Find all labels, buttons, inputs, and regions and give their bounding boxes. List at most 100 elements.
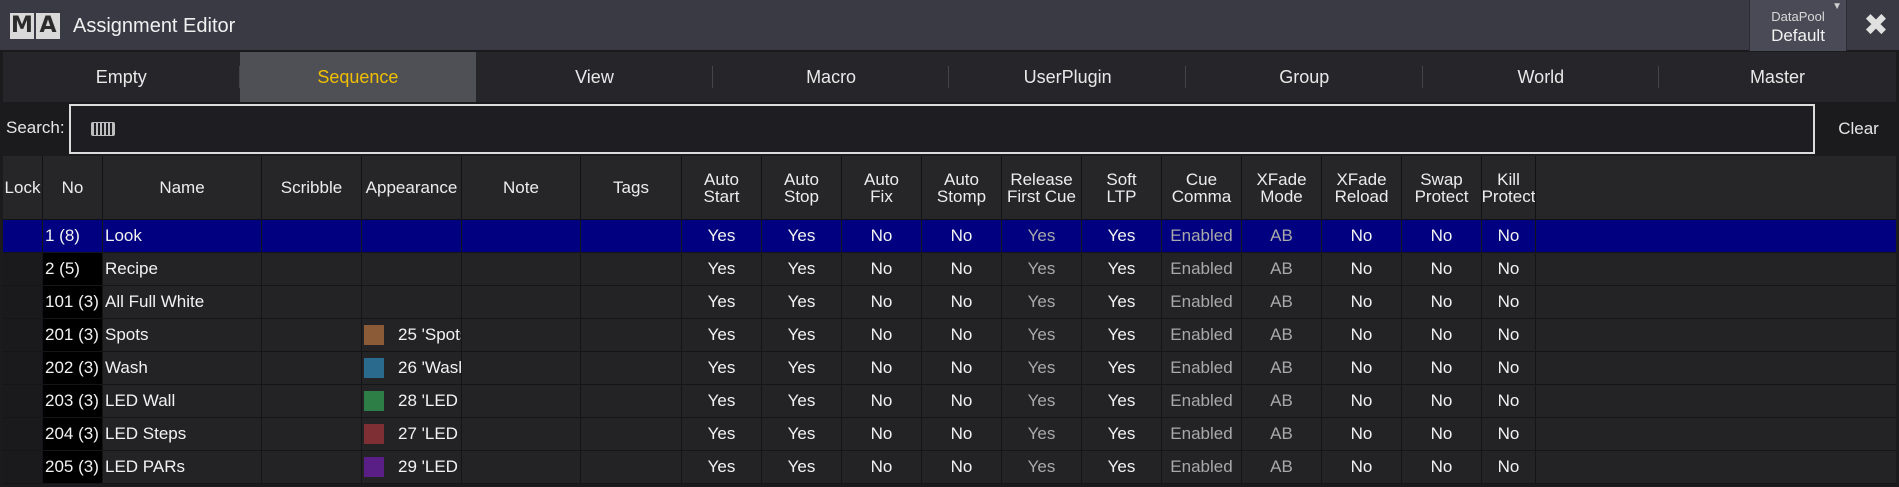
cell-appearance[interactable]: 27 'LED Ste bbox=[362, 418, 462, 450]
cell-tags[interactable] bbox=[581, 385, 682, 417]
column-header-scribble[interactable]: Scribble bbox=[262, 156, 362, 219]
cell-auto-stop[interactable]: Yes bbox=[762, 220, 842, 252]
cell-note[interactable] bbox=[462, 352, 581, 384]
cell-soft-ltp[interactable]: Yes bbox=[1082, 385, 1162, 417]
column-header-auto-stomp[interactable]: Auto Stomp bbox=[922, 156, 1002, 219]
cell-name[interactable]: Look bbox=[103, 220, 262, 252]
cell-xfade-mode[interactable]: AB bbox=[1242, 352, 1322, 384]
cell-name[interactable]: Recipe bbox=[103, 253, 262, 285]
cell-auto-stomp[interactable]: No bbox=[922, 220, 1002, 252]
cell-xfade-reload[interactable]: No bbox=[1322, 253, 1402, 285]
cell-xfade-reload[interactable]: No bbox=[1322, 385, 1402, 417]
column-header-release-first-cue[interactable]: Release First Cue bbox=[1002, 156, 1082, 219]
column-header-kill-protect[interactable]: Kill Protect bbox=[1482, 156, 1536, 219]
table-row[interactable]: 202 (3)Wash26 'Wash'YesYesNoNoYesYesEnab… bbox=[3, 352, 1896, 385]
cell-soft-ltp[interactable]: Yes bbox=[1082, 352, 1162, 384]
cell-appearance[interactable]: 29 'LED PAI bbox=[362, 451, 462, 483]
cell-release-first-cue[interactable]: Yes bbox=[1002, 451, 1082, 483]
datapool-selector[interactable]: ▼ DataPool Default bbox=[1749, 0, 1847, 51]
cell-auto-start[interactable]: Yes bbox=[682, 253, 762, 285]
cell-kill-protect[interactable]: No bbox=[1482, 319, 1536, 351]
cell-lock[interactable] bbox=[3, 220, 43, 252]
cell-tags[interactable] bbox=[581, 319, 682, 351]
cell-scribble[interactable] bbox=[262, 220, 362, 252]
cell-kill-protect[interactable]: No bbox=[1482, 286, 1536, 318]
cell-lock[interactable] bbox=[3, 451, 43, 483]
table-row[interactable]: 203 (3)LED Wall28 'LED WaYesYesNoNoYesYe… bbox=[3, 385, 1896, 418]
cell-no[interactable]: 201 (3) bbox=[43, 319, 103, 351]
tab-sequence[interactable]: Sequence bbox=[239, 52, 477, 102]
cell-name[interactable]: Spots bbox=[103, 319, 262, 351]
column-header-lock[interactable]: Lock bbox=[3, 156, 43, 219]
cell-release-first-cue[interactable]: Yes bbox=[1002, 352, 1082, 384]
cell-auto-stomp[interactable]: No bbox=[922, 352, 1002, 384]
column-header-xfade-reload[interactable]: XFade Reload bbox=[1322, 156, 1402, 219]
cell-release-first-cue[interactable]: Yes bbox=[1002, 286, 1082, 318]
cell-release-first-cue[interactable]: Yes bbox=[1002, 253, 1082, 285]
cell-release-first-cue[interactable]: Yes bbox=[1002, 385, 1082, 417]
cell-auto-fix[interactable]: No bbox=[842, 385, 922, 417]
cell-soft-ltp[interactable]: Yes bbox=[1082, 220, 1162, 252]
cell-auto-fix[interactable]: No bbox=[842, 220, 922, 252]
cell-name[interactable]: All Full White bbox=[103, 286, 262, 318]
cell-tags[interactable] bbox=[581, 220, 682, 252]
cell-scribble[interactable] bbox=[262, 253, 362, 285]
cell-no[interactable]: 101 (3) bbox=[43, 286, 103, 318]
cell-appearance[interactable]: 25 'Spots' bbox=[362, 319, 462, 351]
column-header-auto-stop[interactable]: Auto Stop bbox=[762, 156, 842, 219]
column-header-tags[interactable]: Tags bbox=[581, 156, 682, 219]
close-button[interactable]: ✖ bbox=[1853, 0, 1899, 51]
cell-auto-fix[interactable]: No bbox=[842, 286, 922, 318]
cell-scribble[interactable] bbox=[262, 352, 362, 384]
cell-swap-protect[interactable]: No bbox=[1402, 253, 1482, 285]
cell-xfade-mode[interactable]: AB bbox=[1242, 418, 1322, 450]
table-row[interactable]: 101 (3) All Full White Yes Yes No No Yes Yes Ena… bbox=[3, 286, 1896, 319]
cell-cue-command[interactable]: Enabled bbox=[1162, 253, 1242, 285]
cell-swap-protect[interactable]: No bbox=[1402, 220, 1482, 252]
cell-auto-stomp[interactable]: No bbox=[922, 385, 1002, 417]
cell-auto-start[interactable]: Yes bbox=[682, 418, 762, 450]
cell-lock[interactable] bbox=[3, 286, 43, 318]
cell-soft-ltp[interactable]: Yes bbox=[1082, 253, 1162, 285]
cell-note[interactable] bbox=[462, 220, 581, 252]
cell-auto-start[interactable]: Yes bbox=[682, 451, 762, 483]
cell-tags[interactable] bbox=[581, 352, 682, 384]
tab-macro[interactable]: Macro bbox=[713, 52, 950, 102]
cell-auto-fix[interactable]: No bbox=[842, 418, 922, 450]
cell-auto-stomp[interactable]: No bbox=[922, 418, 1002, 450]
cell-note[interactable] bbox=[462, 286, 581, 318]
cell-note[interactable] bbox=[462, 418, 581, 450]
cell-auto-stop[interactable]: Yes bbox=[762, 286, 842, 318]
cell-xfade-mode[interactable]: AB bbox=[1242, 220, 1322, 252]
cell-xfade-reload[interactable]: No bbox=[1322, 319, 1402, 351]
cell-auto-fix[interactable]: No bbox=[842, 352, 922, 384]
cell-swap-protect[interactable]: No bbox=[1402, 286, 1482, 318]
cell-cue-command[interactable]: Enabled bbox=[1162, 451, 1242, 483]
cell-no[interactable]: 1 (8) bbox=[43, 220, 103, 252]
cell-no[interactable]: 204 (3) bbox=[43, 418, 103, 450]
cell-scribble[interactable] bbox=[262, 418, 362, 450]
cell-cue-command[interactable]: Enabled bbox=[1162, 352, 1242, 384]
cell-appearance[interactable]: 28 'LED Wa bbox=[362, 385, 462, 417]
cell-tags[interactable] bbox=[581, 253, 682, 285]
cell-appearance[interactable] bbox=[362, 253, 462, 285]
cell-appearance[interactable] bbox=[362, 286, 462, 318]
table-row[interactable]: 204 (3)LED Steps27 'LED SteYesYesNoNoYes… bbox=[3, 418, 1896, 451]
cell-xfade-reload[interactable]: No bbox=[1322, 220, 1402, 252]
cell-auto-start[interactable]: Yes bbox=[682, 385, 762, 417]
column-header-auto-start[interactable]: Auto Start bbox=[682, 156, 762, 219]
cell-release-first-cue[interactable]: Yes bbox=[1002, 319, 1082, 351]
cell-auto-start[interactable]: Yes bbox=[682, 352, 762, 384]
cell-auto-stop[interactable]: Yes bbox=[762, 319, 842, 351]
cell-auto-fix[interactable]: No bbox=[842, 253, 922, 285]
cell-xfade-mode[interactable]: AB bbox=[1242, 319, 1322, 351]
search-input[interactable] bbox=[69, 104, 1815, 154]
cell-name[interactable]: LED Steps bbox=[103, 418, 262, 450]
keyboard-icon[interactable] bbox=[91, 122, 115, 136]
cell-swap-protect[interactable]: No bbox=[1402, 352, 1482, 384]
cell-auto-stomp[interactable]: No bbox=[922, 319, 1002, 351]
cell-no[interactable]: 205 (3) bbox=[43, 451, 103, 483]
cell-auto-fix[interactable]: No bbox=[842, 451, 922, 483]
cell-scribble[interactable] bbox=[262, 319, 362, 351]
cell-no[interactable]: 203 (3) bbox=[43, 385, 103, 417]
